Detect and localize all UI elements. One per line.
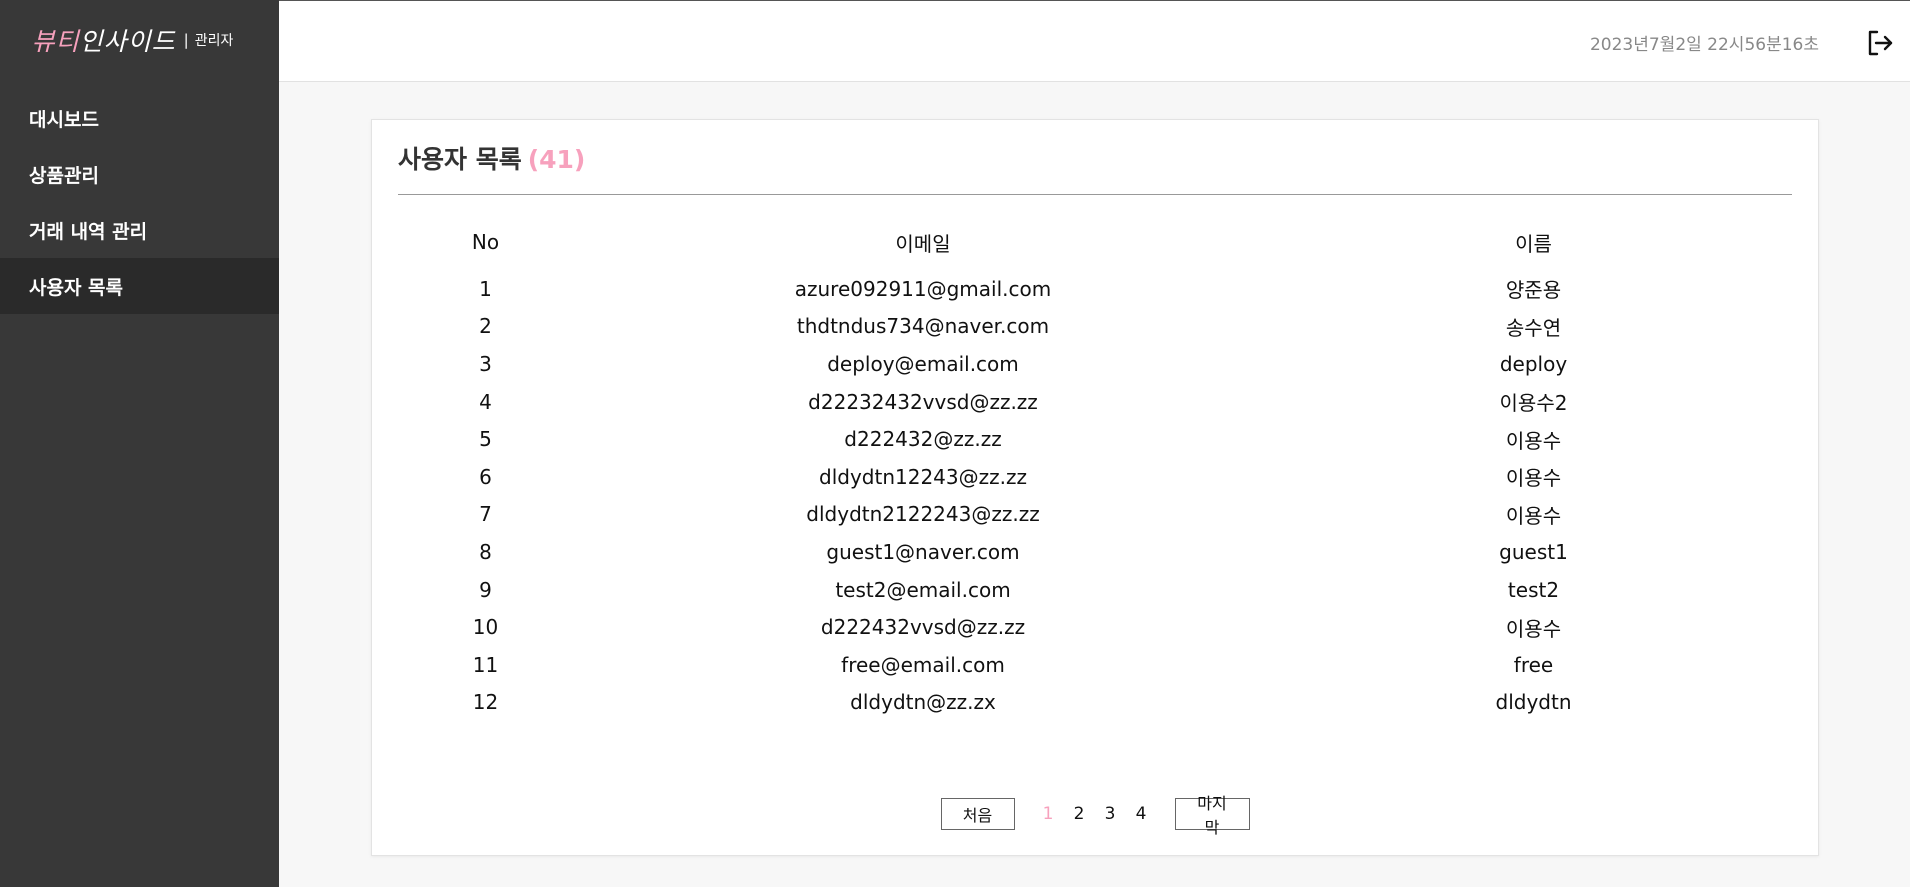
column-header-no: No: [471, 230, 500, 254]
cell-name: dldydtn: [1495, 690, 1572, 715]
cell-name: 이용수: [1505, 616, 1562, 641]
cell-name: 이용수: [1505, 503, 1562, 528]
sidebar-item-products[interactable]: 상품관리: [0, 146, 279, 202]
user-count: (41): [527, 145, 586, 174]
cell-email: dldydtn2122243@zz.zz: [806, 502, 1040, 527]
table-header-row: No 이메일 이름: [398, 214, 1794, 270]
last-page-button[interactable]: 마지막: [1174, 794, 1250, 837]
cell-email: guest1@naver.com: [826, 539, 1020, 564]
column-header-name: 이름: [1515, 231, 1552, 256]
page-title: 사용자 목록 (41): [398, 140, 585, 176]
page-number-4[interactable]: 4: [1126, 804, 1157, 824]
cell-email: test2@email.com: [835, 577, 1011, 602]
table-row[interactable]: 10 d222432vvsd@zz.zz 이용수: [398, 608, 1794, 646]
cell-no: 2: [479, 314, 492, 339]
table-row[interactable]: 9 test2@email.com test2: [398, 571, 1794, 609]
cell-no: 10: [472, 615, 499, 640]
page-number-1[interactable]: 1: [1033, 804, 1064, 824]
table-row[interactable]: 11 free@email.com free: [398, 646, 1794, 684]
table-row[interactable]: 8 guest1@naver.com guest1: [398, 533, 1794, 571]
cell-name: 송수연: [1505, 315, 1562, 340]
page-title-text: 사용자 목록: [398, 145, 522, 174]
page-number-3[interactable]: 3: [1095, 804, 1126, 824]
table-row[interactable]: 1 azure092911@gmail.com 양준용: [398, 270, 1794, 308]
cell-name: 이용수: [1505, 466, 1562, 491]
table-row[interactable]: 2 thdtndus734@naver.com 송수연: [398, 308, 1794, 346]
table-row[interactable]: 5 d222432@zz.zz 이용수: [398, 420, 1794, 458]
cell-no: 4: [479, 389, 492, 414]
current-datetime: 2023년7월2일 22시56분16초: [1589, 35, 1819, 55]
title-divider: [398, 194, 1792, 195]
cell-name: deploy: [1499, 351, 1568, 376]
pagination: 처음 1 2 3 4 마지막: [372, 794, 1818, 837]
cell-name: 양준용: [1505, 278, 1562, 303]
cell-name: free: [1513, 652, 1554, 677]
table-row[interactable]: 3 deploy@email.com deploy: [398, 345, 1794, 383]
cell-no: 7: [479, 502, 492, 527]
logo-subtitle: 관리자: [194, 33, 234, 49]
cell-email: dldydtn12243@zz.zz: [819, 464, 1027, 489]
column-header-email: 이메일: [895, 231, 951, 256]
cell-email: deploy@email.com: [827, 351, 1019, 376]
cell-email: thdtndus734@naver.com: [796, 314, 1050, 339]
logout-icon[interactable]: [1864, 27, 1896, 59]
cell-no: 11: [472, 652, 499, 677]
cell-name: guest1: [1499, 539, 1568, 564]
cell-name: 이용수: [1505, 428, 1562, 453]
table-row[interactable]: 4 d22232432vvsd@zz.zz 이용수2: [398, 383, 1794, 421]
sidebar: 뷰티인사이드 | 관리자 대시보드 상품관리 거래 내역 관리 사용자 목록: [0, 0, 279, 887]
logo-separator: |: [183, 31, 189, 49]
table-row[interactable]: 6 dldydtn12243@zz.zz 이용수: [398, 458, 1794, 496]
sidebar-nav: 대시보드 상품관리 거래 내역 관리 사용자 목록: [0, 90, 279, 314]
table-row[interactable]: 12 dldydtn@zz.zx dldydtn: [398, 684, 1794, 722]
cell-no: 3: [479, 351, 492, 376]
cell-email: dldydtn@zz.zx: [850, 690, 996, 715]
user-list-card: 사용자 목록 (41) No 이메일 이름 1 azure092911@gmail.…: [371, 119, 1819, 856]
first-page-button[interactable]: 처음: [940, 798, 1015, 830]
cell-name: test2: [1507, 577, 1560, 602]
cell-email: d222432@zz.zz: [844, 427, 1002, 452]
cell-no: 5: [479, 427, 492, 452]
sidebar-item-transactions[interactable]: 거래 내역 관리: [0, 202, 279, 258]
user-table: No 이메일 이름 1 azure092911@gmail.com 양준용 2 thd…: [398, 214, 1794, 721]
sidebar-item-users[interactable]: 사용자 목록: [0, 258, 279, 314]
cell-no: 1: [479, 276, 492, 301]
table-row[interactable]: 7 dldydtn2122243@zz.zz 이용수: [398, 496, 1794, 534]
cell-email: azure092911@gmail.com: [794, 276, 1052, 301]
sidebar-item-dashboard[interactable]: 대시보드: [0, 90, 279, 146]
cell-name: 이용수2: [1499, 391, 1568, 416]
logo-text: 뷰티인사이드: [31, 27, 176, 56]
cell-no: 8: [479, 539, 492, 564]
cell-no: 9: [479, 577, 492, 602]
page-number-2[interactable]: 2: [1064, 804, 1095, 824]
brand-logo[interactable]: 뷰티인사이드 | 관리자: [0, 0, 279, 80]
top-header: 2023년7월2일 22시56분16초: [279, 0, 1910, 82]
cell-email: d22232432vvsd@zz.zz: [808, 389, 1038, 414]
cell-no: 6: [479, 464, 492, 489]
cell-email: d222432vvsd@zz.zz: [820, 615, 1026, 640]
cell-email: free@email.com: [841, 652, 1005, 677]
cell-no: 12: [472, 690, 499, 715]
